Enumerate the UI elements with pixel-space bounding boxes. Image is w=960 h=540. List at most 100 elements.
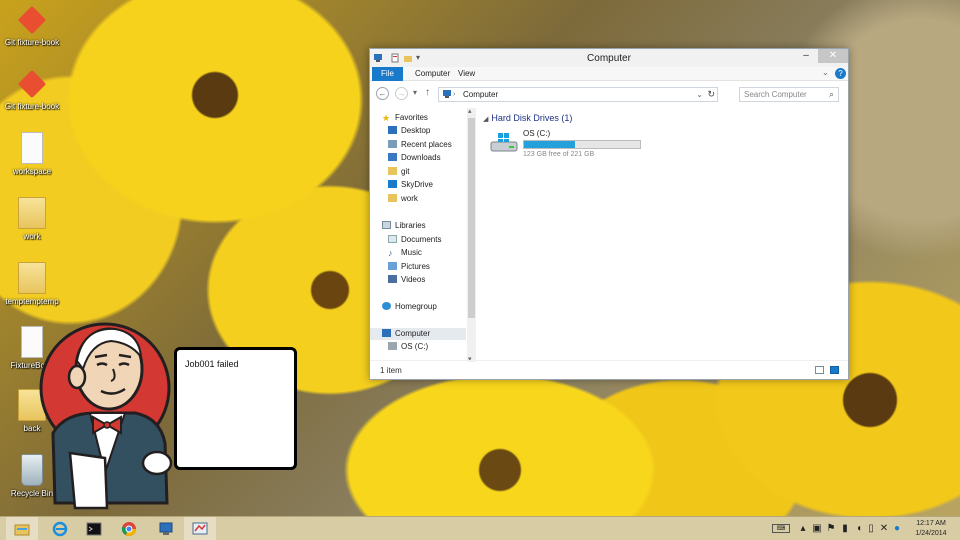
refresh-icon[interactable]: ↻ [707,88,715,101]
volume-icon[interactable]: ◖ [854,523,864,534]
ribbon-expand-icon[interactable]: ⌄ [822,68,829,77]
nav-libraries[interactable]: Libraries [382,220,426,232]
breadcrumb-separator-icon[interactable]: › [453,88,455,101]
details-view-icon[interactable] [815,366,824,374]
downloads-icon [388,153,397,161]
power-icon[interactable]: ▯ [866,523,876,534]
desktop-icon-git-fixture-book-1[interactable]: Git fixture-book [0,4,64,47]
file-explorer-icon [14,524,30,536]
nav-work[interactable]: work [388,193,418,205]
nav-skydrive[interactable]: SkyDrive [388,179,433,191]
jenkins-status-icon[interactable]: ● [892,523,902,534]
desktop-icon-workspace[interactable]: workspace [0,132,64,176]
search-icon[interactable]: ⌕ [829,88,834,101]
keyboard-icon[interactable]: ⌨ [772,524,790,533]
nav-homegroup[interactable]: Homegroup [382,301,437,313]
nav-music[interactable]: ♪ Music [388,247,422,259]
address-dropdown-icon[interactable]: ⌄ [696,88,703,101]
folder-icon [388,194,397,202]
tab-computer[interactable]: Computer [408,67,457,81]
git-icon [17,5,47,35]
address-text: Computer [463,90,499,99]
notification-bubble[interactable]: Job001 failed [174,347,297,470]
taskbar-internet-explorer[interactable] [44,517,76,540]
window-title: Computer [587,53,631,64]
nav-label: OS (C:) [401,342,429,351]
explorer-window[interactable]: ▾ Computer ‒ □ ✕ File Computer View ⌄ ? … [369,48,849,380]
nav-os-drive[interactable]: OS (C:) [388,341,428,353]
jenkins-butler-icon[interactable] [35,313,185,513]
desktop-icon-work[interactable]: work [0,197,64,241]
jenkins-tray-icon [192,522,208,535]
tab-file[interactable]: File [372,67,403,81]
nav-downloads[interactable]: Downloads [388,152,441,164]
tab-view[interactable]: View [451,67,482,81]
show-hidden-icons-icon[interactable]: ▴ [798,523,808,534]
computer-icon [443,90,451,98]
internet-explorer-icon [52,521,68,537]
nav-label: SkyDrive [401,180,434,189]
desktop-icon-label: workspace [12,167,52,176]
nav-favorites[interactable]: ★ Favorites [382,112,428,124]
nav-label: Videos [401,275,426,284]
folder-icon [18,262,46,294]
group-header[interactable]: ◢ Hard Disk Drives (1) [483,113,572,123]
nav-label: Libraries [395,221,426,230]
close-x-icon[interactable]: ✕ [879,523,889,534]
nav-label: git [401,167,410,176]
taskbar-chrome[interactable] [113,517,145,540]
desktop-icon-label: work [23,232,41,241]
title-bar[interactable]: ▾ Computer ‒ □ ✕ [370,49,848,67]
desktop-icon-label: Git fixture-book [4,102,60,111]
libraries-icon [382,221,391,229]
up-button[interactable]: ↑ [425,87,430,98]
nav-desktop[interactable]: Desktop [388,125,430,137]
desktop-icon-git-fixture-book-2[interactable]: Git fixture-book [0,68,64,111]
chrome-icon [121,522,136,536]
signal-icon[interactable]: ▮ [840,523,850,534]
help-icon[interactable]: ? [835,68,846,79]
folder-icon [388,167,397,175]
drive-tile[interactable]: OS (C:) 123 GB free of 221 GB [487,128,657,162]
nav-label: Downloads [401,153,441,162]
recent-locations-icon[interactable]: ▾ [413,88,417,97]
group-collapse-icon[interactable]: ◢ [483,116,488,123]
taskbar-command-prompt[interactable] [78,517,110,540]
nav-recent-places[interactable]: Recent places [388,139,452,151]
forward-button[interactable]: → [395,87,408,100]
star-icon: ★ [382,113,391,123]
address-bar[interactable]: › Computer ⌄ ↻ [438,87,718,102]
nav-pictures[interactable]: Pictures [388,261,430,273]
folder-icon [18,197,46,229]
scrollbar-thumb[interactable] [468,118,475,318]
taskbar-jenkins-tray-app[interactable] [184,517,216,540]
nav-scrollbar[interactable]: ▴ ▾ [467,107,476,363]
network-share-icon[interactable]: ▣ [812,523,822,534]
nav-label: Homegroup [395,302,437,311]
close-button[interactable]: ✕ [818,49,848,63]
back-button[interactable]: ← [376,87,389,100]
search-input[interactable]: Search Computer ⌕ [739,87,839,102]
music-icon: ♪ [388,248,393,258]
hard-drive-icon [490,133,518,152]
desktop-icon-label: temptemptemp [5,297,59,306]
search-placeholder: Search Computer [744,90,807,99]
nav-git[interactable]: git [388,166,409,178]
group-header-text: Hard Disk Drives (1) [491,113,573,123]
nav-label: Recent places [401,140,452,149]
scroll-up-icon[interactable]: ▴ [468,107,472,115]
desktop-icon [388,126,397,134]
nav-videos[interactable]: Videos [388,274,425,286]
taskbar-computer[interactable] [150,517,182,540]
drive-usage-fill [524,141,576,148]
desktop-icon-temptemptemp[interactable]: temptemptemp [0,262,64,306]
nav-computer[interactable]: Computer [370,328,466,340]
system-clock[interactable]: 12:17 AM 1/24/2014 [906,519,956,539]
nav-documents[interactable]: Documents [388,234,441,246]
drive-icon [388,342,397,350]
tiles-view-icon[interactable] [830,366,839,374]
action-center-icon[interactable]: ⚑ [826,523,836,534]
file-icon [21,132,43,164]
taskbar-file-explorer[interactable] [6,517,38,540]
item-count: 1 item [380,366,402,375]
